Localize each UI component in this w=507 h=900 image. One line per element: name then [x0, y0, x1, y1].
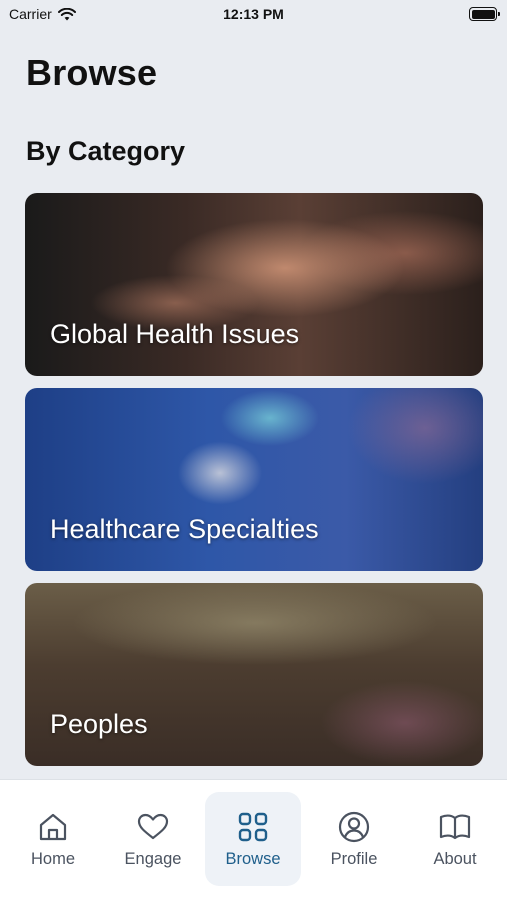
tab-browse[interactable]: Browse	[205, 792, 301, 886]
tab-label: Engage	[124, 850, 182, 868]
tab-engage[interactable]: Engage	[105, 792, 201, 886]
category-label: Global Health Issues	[50, 319, 300, 349]
category-card-peoples[interactable]: Peoples	[25, 583, 483, 766]
grid-icon	[238, 812, 268, 842]
heart-icon	[137, 813, 169, 840]
battery-icon	[469, 7, 500, 21]
tab-label: About	[433, 850, 477, 868]
category-card-healthcare-specialties[interactable]: Healthcare Specialties	[25, 388, 483, 571]
clock: 12:13 PM	[223, 6, 284, 22]
category-list: Global Health Issues Healthcare Specialt…	[25, 193, 483, 778]
book-icon	[439, 814, 471, 840]
tab-about[interactable]: About	[407, 792, 503, 886]
section-title: By Category	[26, 136, 186, 166]
house-icon	[39, 813, 67, 841]
user-circle-icon	[338, 811, 370, 843]
category-label: Healthcare Specialties	[50, 514, 319, 544]
status-bar: Carrier 12:13 PM	[0, 0, 507, 28]
tab-label: Browse	[225, 850, 281, 868]
tab-home[interactable]: Home	[5, 792, 101, 886]
tab-label: Home	[30, 850, 75, 868]
category-label: Peoples	[50, 709, 148, 739]
tab-profile[interactable]: Profile	[306, 792, 402, 886]
category-card-global-health-issues[interactable]: Global Health Issues	[25, 193, 483, 376]
page-title: Browse	[26, 52, 158, 93]
tab-label: Profile	[330, 850, 378, 868]
tab-bar: Home Engage Browse Profile About	[0, 779, 507, 900]
